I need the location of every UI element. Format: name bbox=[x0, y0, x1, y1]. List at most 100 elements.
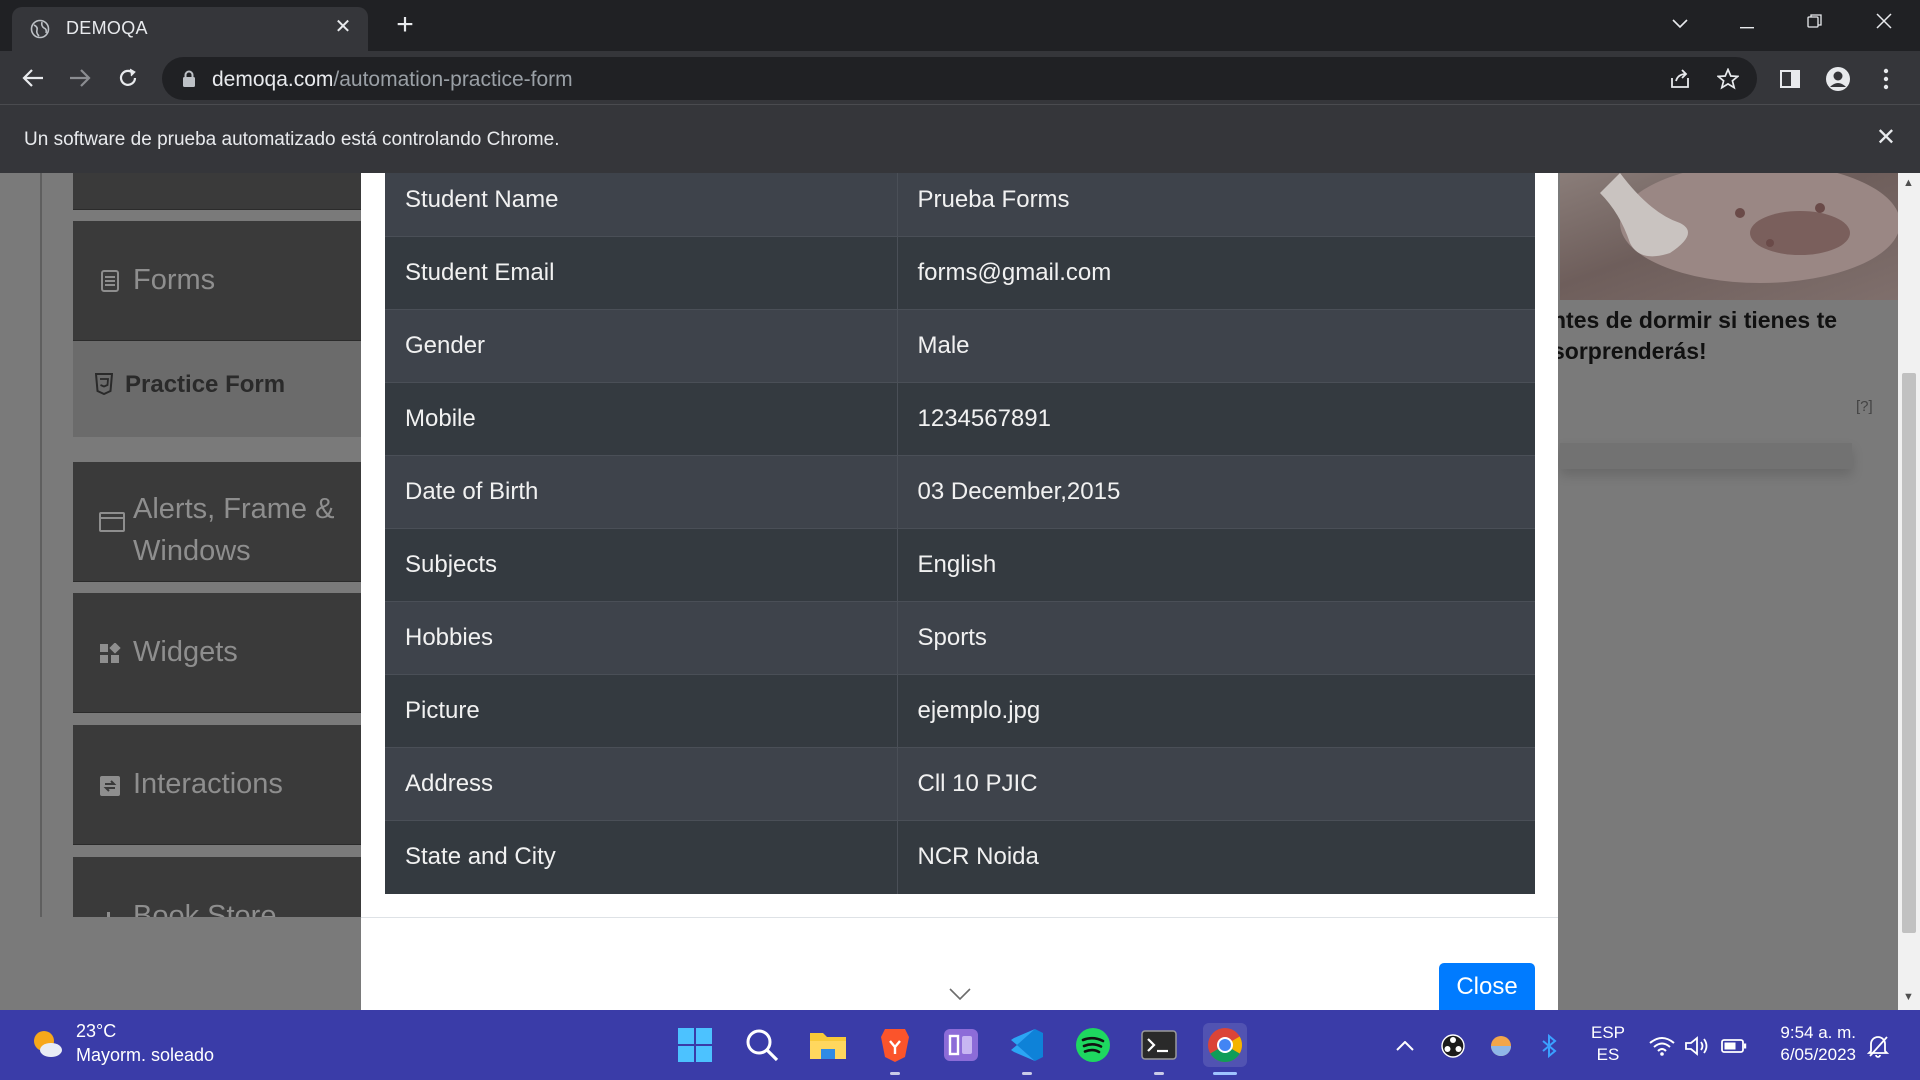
sidebar-item-book-store[interactable]: Book Store bbox=[73, 857, 361, 917]
sidebar-item-practice-form[interactable]: Practice Form bbox=[73, 341, 361, 437]
star-icon[interactable] bbox=[1715, 66, 1741, 92]
weather-tray-icon[interactable] bbox=[1487, 1032, 1515, 1060]
spotify-icon[interactable] bbox=[1071, 1023, 1115, 1067]
windows-taskbar: 23°C Mayorm. soleado ESP ES 9:54 a. m. 6… bbox=[0, 1010, 1920, 1080]
menu-icon[interactable] bbox=[1872, 65, 1900, 93]
chrome-icon[interactable] bbox=[1203, 1023, 1247, 1075]
close-window-button[interactable] bbox=[1864, 8, 1904, 38]
table-row: Date of Birth 03 December,2015 bbox=[385, 455, 1535, 529]
url-text[interactable]: demoqa.com/automation-practice-form bbox=[212, 68, 573, 92]
row-value: Male bbox=[897, 309, 1535, 383]
infobar-close-icon[interactable]: ✕ bbox=[1876, 123, 1896, 153]
page-border bbox=[40, 173, 42, 917]
forward-button[interactable] bbox=[63, 61, 97, 95]
volume-icon[interactable] bbox=[1683, 1032, 1711, 1060]
notifications-icon[interactable] bbox=[1864, 1032, 1892, 1060]
scroll-thumb[interactable] bbox=[1902, 373, 1916, 933]
restore-button[interactable] bbox=[1795, 8, 1835, 38]
row-value: Prueba Forms bbox=[897, 173, 1535, 237]
table-row: Student Email forms@gmail.com bbox=[385, 236, 1535, 310]
row-label: Subjects bbox=[385, 528, 898, 602]
row-value: NCR Noida bbox=[897, 820, 1535, 894]
share-icon[interactable] bbox=[1667, 66, 1693, 92]
url-path: /automation-practice-form bbox=[333, 68, 573, 91]
back-button[interactable] bbox=[16, 61, 50, 95]
show-hidden-icons-chevron-icon[interactable] bbox=[1391, 1032, 1419, 1060]
app-running-indicator bbox=[1022, 1072, 1032, 1075]
windows-start-icon[interactable] bbox=[673, 1023, 717, 1067]
table-row: Subjects English bbox=[385, 528, 1535, 602]
page-viewport: Forms Practice Form Alerts, Frame & Wind… bbox=[0, 173, 1898, 917]
clock-time: 9:54 a. m. bbox=[1780, 1023, 1856, 1042]
row-label: Picture bbox=[385, 674, 898, 748]
row-label: Mobile bbox=[385, 382, 898, 456]
terminal-icon[interactable] bbox=[1137, 1023, 1181, 1075]
widgets-icon bbox=[100, 643, 121, 663]
scroll-up-arrow[interactable]: ▲ bbox=[1903, 177, 1914, 189]
tab-search-icon[interactable] bbox=[1660, 8, 1700, 38]
tab-strip: DEMOQA ✕ + bbox=[0, 0, 1920, 51]
table-row: Student Name Prueba Forms bbox=[385, 173, 1535, 237]
weather-temperature[interactable]: 23°C bbox=[76, 1021, 116, 1042]
ad-image[interactable] bbox=[1560, 173, 1898, 300]
table-row: State and City NCR Noida bbox=[385, 820, 1535, 894]
reload-button[interactable] bbox=[111, 61, 145, 95]
table-row: Picture ejemplo.jpg bbox=[385, 674, 1535, 748]
url-host: demoqa.com bbox=[212, 68, 334, 91]
battery-icon[interactable] bbox=[1720, 1032, 1748, 1060]
html5-icon bbox=[95, 373, 113, 395]
sidebar-item-alerts[interactable]: Alerts, Frame & Windows bbox=[73, 462, 361, 582]
tab-close-icon[interactable]: ✕ bbox=[332, 16, 354, 38]
weather-description[interactable]: Mayorm. soleado bbox=[76, 1045, 214, 1066]
bluetooth-icon[interactable] bbox=[1535, 1032, 1563, 1060]
window-icon bbox=[99, 512, 125, 532]
profile-icon[interactable] bbox=[1824, 65, 1852, 93]
browser-toolbar: demoqa.com/automation-practice-form bbox=[0, 51, 1920, 104]
onenote-icon[interactable] bbox=[939, 1023, 983, 1067]
clock-date: 6/05/2023 bbox=[1780, 1045, 1856, 1064]
row-label: Hobbies bbox=[385, 601, 898, 675]
weather-sun-cloud-icon[interactable] bbox=[30, 1027, 64, 1061]
row-label: State and City bbox=[385, 820, 898, 894]
modal-footer: Close bbox=[361, 917, 1558, 1011]
new-tab-button[interactable]: + bbox=[390, 10, 420, 40]
ad-headline[interactable]: ntes de dormir si tienes te sorprenderás… bbox=[1552, 305, 1892, 367]
side-panel-icon[interactable] bbox=[1776, 65, 1804, 93]
row-value: 1234567891 bbox=[897, 382, 1535, 456]
bar-chart-icon bbox=[107, 912, 110, 917]
wifi-icon[interactable] bbox=[1648, 1032, 1676, 1060]
table-row: Address Cll 10 PJIC bbox=[385, 747, 1535, 821]
ad-info-mark[interactable]: [?] bbox=[1856, 398, 1873, 415]
obs-tray-icon[interactable] bbox=[1439, 1032, 1467, 1060]
lock-icon[interactable] bbox=[182, 70, 196, 88]
brave-icon[interactable] bbox=[873, 1023, 917, 1075]
vscode-icon[interactable] bbox=[1005, 1023, 1049, 1075]
page-scrollbar[interactable]: ▲ ▼ bbox=[1898, 173, 1920, 1010]
address-bar[interactable]: demoqa.com/automation-practice-form bbox=[162, 57, 1757, 100]
form-icon bbox=[101, 270, 119, 292]
sidebar-item-forms[interactable]: Forms bbox=[73, 221, 361, 341]
minimize-button[interactable] bbox=[1727, 8, 1767, 38]
sidebar-item-label: Book Store bbox=[133, 900, 277, 917]
row-label: Student Email bbox=[385, 236, 898, 310]
row-value: forms@gmail.com bbox=[897, 236, 1535, 310]
ad-card-bottom bbox=[1560, 443, 1852, 469]
browser-tab[interactable]: DEMOQA ✕ bbox=[12, 7, 368, 51]
close-button[interactable]: Close bbox=[1439, 963, 1535, 1011]
row-label: Student Name bbox=[385, 173, 898, 237]
sidebar-item-interactions[interactable]: Interactions bbox=[73, 725, 361, 845]
submission-modal: Student Name Prueba Forms Student Email for… bbox=[361, 173, 1558, 917]
app-running-indicator bbox=[1154, 1072, 1164, 1075]
ad-photo bbox=[1600, 173, 1898, 283]
input-language-indicator[interactable]: ESP ES bbox=[1590, 1022, 1626, 1066]
automation-infobar: Un software de prueba automatizado está … bbox=[0, 104, 1920, 173]
sidebar-item-widgets[interactable]: Widgets bbox=[73, 593, 361, 713]
tab-title: DEMOQA bbox=[66, 18, 148, 38]
scroll-down-arrow[interactable]: ▼ bbox=[1903, 991, 1914, 1003]
results-table: Student Name Prueba Forms Student Email for… bbox=[385, 173, 1535, 894]
search-icon[interactable] bbox=[740, 1023, 784, 1067]
sidebar-item-label: Widgets bbox=[133, 636, 238, 668]
row-value: Cll 10 PJIC bbox=[897, 747, 1535, 821]
system-clock[interactable]: 9:54 a. m. 6/05/2023 bbox=[1760, 1022, 1856, 1066]
file-explorer-icon[interactable] bbox=[806, 1023, 850, 1067]
